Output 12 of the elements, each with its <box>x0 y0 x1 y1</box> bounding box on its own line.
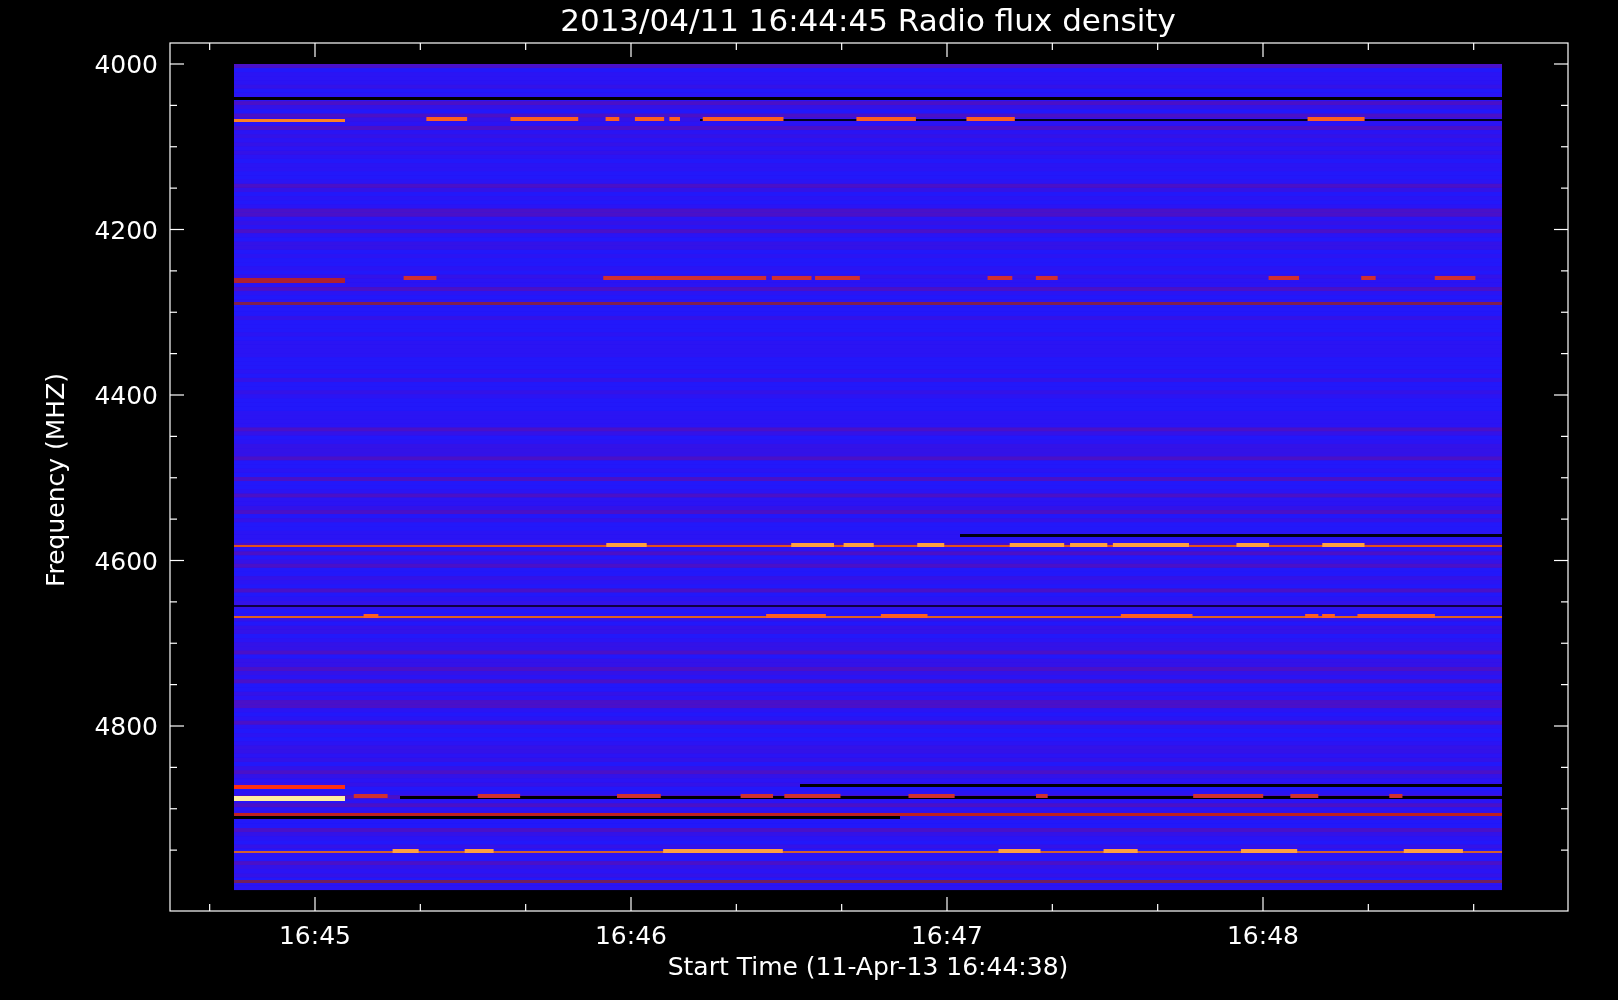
x-tick-label: 16:47 <box>911 921 983 950</box>
y-tick-label: 4400 <box>94 381 158 410</box>
y-tick-label: 4000 <box>94 50 158 79</box>
y-tick-label: 4800 <box>94 712 158 741</box>
y-tick-label: 4600 <box>94 546 158 576</box>
x-tick-label: 16:45 <box>279 921 351 950</box>
x-tick-label: 16:46 <box>595 921 667 950</box>
y-tick-label: 4200 <box>94 215 158 245</box>
chart-title: 2013/04/11 16:44:45 Radio flux density <box>560 2 1176 38</box>
x-axis-label: Start Time (11-Apr-13 16:44:38) <box>667 952 1069 981</box>
y-axis-label: Frequency (MHZ) <box>41 372 70 588</box>
x-tick-label: 16:48 <box>1227 921 1299 950</box>
